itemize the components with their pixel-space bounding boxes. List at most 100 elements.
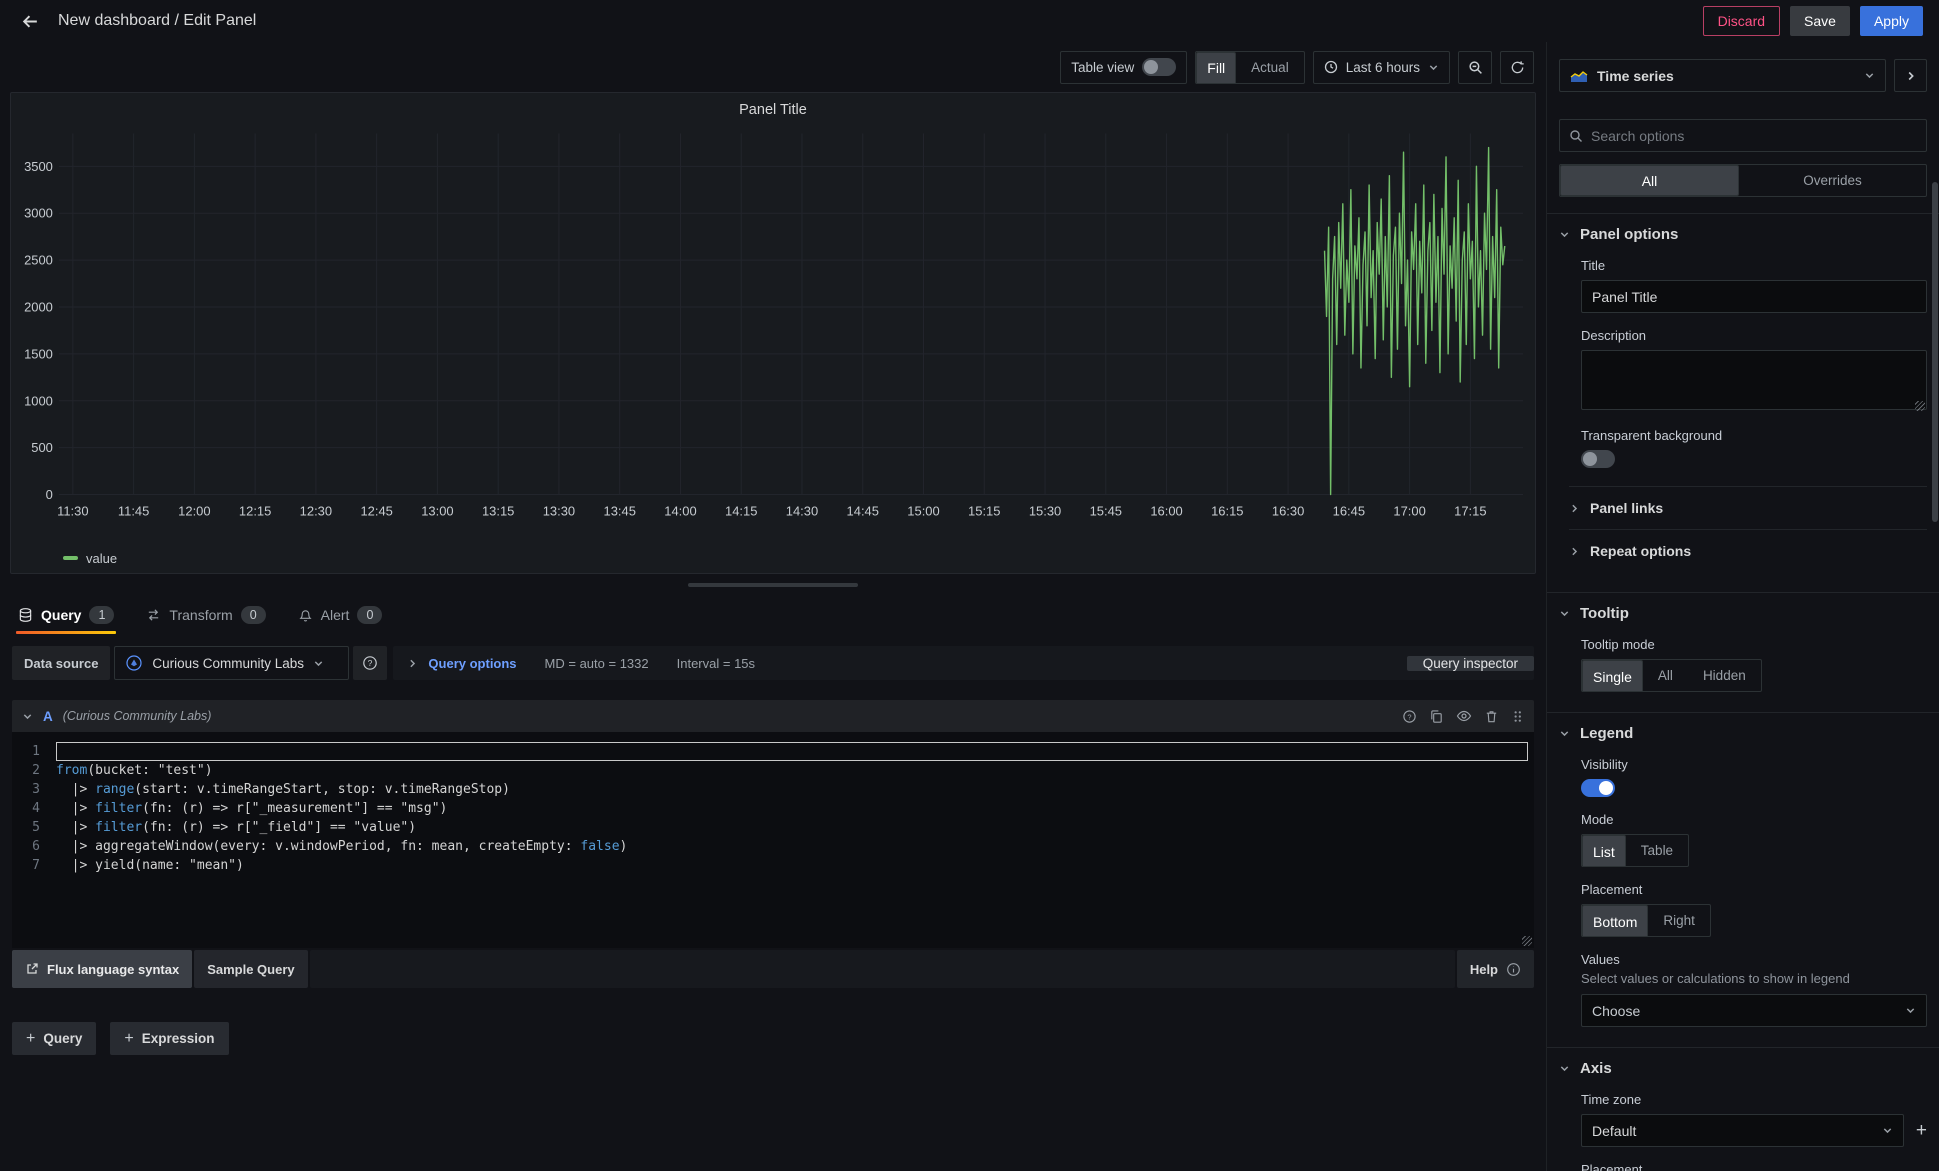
chevron-right-icon	[1569, 503, 1580, 514]
discard-button[interactable]: Discard	[1703, 6, 1780, 36]
tab-transform[interactable]: Transform0	[144, 596, 267, 634]
tooltip-mode-all[interactable]: All	[1643, 660, 1688, 691]
apply-button[interactable]: Apply	[1860, 6, 1923, 36]
help-button[interactable]: Help	[1457, 950, 1534, 988]
svg-text:14:00: 14:00	[664, 503, 696, 518]
collapse-pane-button[interactable]	[1894, 59, 1927, 92]
section-axis: Axis Time zone Default + Placement AutoL…	[1547, 1048, 1939, 1171]
chevron-down-icon	[1882, 1125, 1893, 1136]
sample-query-button[interactable]: Sample Query	[194, 950, 307, 988]
options-search[interactable]	[1559, 119, 1927, 152]
plus-icon: +	[26, 1030, 35, 1048]
tooltip-mode-hidden[interactable]: Hidden	[1688, 660, 1761, 691]
time-series-chart[interactable]: 050010001500200025003000350011:3011:4512…	[11, 125, 1535, 543]
datasource-name: Curious Community Labs	[152, 656, 304, 671]
tooltip-header[interactable]: Tooltip	[1559, 605, 1927, 622]
code-text	[56, 742, 1528, 761]
options-tab-overrides[interactable]: Overrides	[1739, 165, 1926, 196]
svg-text:?: ?	[1407, 712, 1411, 721]
transparent-bg-toggle[interactable]	[1581, 450, 1615, 468]
chevron-right-icon	[407, 658, 418, 669]
sidebar-scrollbar[interactable]	[1932, 182, 1938, 522]
chevron-down-icon	[1559, 728, 1570, 739]
description-textarea[interactable]	[1581, 350, 1927, 410]
code-line-2[interactable]: 2from(bucket: "test")	[12, 761, 1534, 780]
display-mode-fill[interactable]: Fill	[1196, 52, 1236, 84]
info-circle-icon	[1506, 962, 1521, 977]
code-line-5[interactable]: 5 |> filter(fn: (r) => r["_field"] == "v…	[12, 818, 1534, 837]
refresh-button[interactable]	[1500, 51, 1534, 84]
add-timezone-button[interactable]: +	[1916, 1121, 1927, 1140]
query-inspector-button[interactable]: Query inspector	[1407, 656, 1534, 671]
legend-placement-bottom[interactable]: Bottom	[1582, 905, 1648, 937]
tooltip-mode-single[interactable]: Single	[1582, 660, 1643, 692]
tab-query[interactable]: Query1	[16, 596, 116, 634]
flux-syntax-button[interactable]: Flux language syntax	[12, 950, 192, 988]
visualization-picker[interactable]: Time series	[1559, 59, 1886, 92]
code-text: |> filter(fn: (r) => r["_field"] == "val…	[56, 818, 1528, 837]
panel-title-input[interactable]	[1581, 280, 1927, 313]
section-title: Legend	[1580, 725, 1633, 742]
legend-values-select[interactable]: Choose	[1581, 994, 1927, 1027]
disable-query-button[interactable]	[1456, 708, 1472, 724]
legend-placement-right[interactable]: Right	[1648, 905, 1710, 936]
textarea-resize-corner[interactable]	[1915, 401, 1925, 411]
panel-title[interactable]: Panel Title	[11, 93, 1535, 125]
back-button[interactable]	[16, 7, 44, 35]
svg-text:0: 0	[46, 487, 53, 502]
query-editor-header[interactable]: A (Curious Community Labs) ?	[12, 700, 1534, 732]
zoom-out-icon	[1468, 60, 1483, 75]
legend-mode-table[interactable]: Table	[1626, 835, 1688, 866]
svg-text:12:45: 12:45	[360, 503, 392, 518]
legend-series-label[interactable]: value	[86, 551, 117, 566]
code-line-1[interactable]: 1	[12, 742, 1534, 761]
trash-icon	[1484, 709, 1499, 724]
legend-mode-list[interactable]: List	[1582, 835, 1626, 867]
chevron-down-icon	[22, 711, 33, 722]
legend-visibility-toggle[interactable]	[1581, 779, 1615, 797]
add-query-button[interactable]: +Query	[12, 1022, 96, 1055]
chevron-down-icon	[1905, 1005, 1916, 1016]
svg-text:13:30: 13:30	[543, 503, 575, 518]
query-help-button[interactable]: ?	[1402, 709, 1417, 724]
svg-text:14:15: 14:15	[725, 503, 757, 518]
code-line-3[interactable]: 3 |> range(start: v.timeRangeStart, stop…	[12, 780, 1534, 799]
datasource-picker[interactable]: Curious Community Labs	[114, 646, 349, 680]
flux-code-editor[interactable]: 12from(bucket: "test")3 |> range(start: …	[12, 732, 1534, 948]
svg-text:?: ?	[368, 658, 373, 668]
repeat-options-collapse[interactable]: Repeat options	[1569, 529, 1927, 572]
drag-query-handle[interactable]	[1511, 709, 1524, 724]
chart-svg: 050010001500200025003000350011:3011:4512…	[15, 125, 1531, 525]
tab-count-badge: 0	[357, 606, 382, 624]
zoom-out-button[interactable]	[1458, 51, 1492, 84]
code-line-6[interactable]: 6 |> aggregateWindow(every: v.windowPeri…	[12, 837, 1534, 856]
options-tab-all[interactable]: All	[1560, 165, 1739, 196]
table-view-toggle[interactable]	[1142, 58, 1176, 76]
code-line-4[interactable]: 4 |> filter(fn: (r) => r["_measurement"]…	[12, 799, 1534, 818]
code-line-7[interactable]: 7 |> yield(name: "mean")	[12, 856, 1534, 875]
datasource-help-button[interactable]: ?	[353, 646, 387, 680]
query-ref-id[interactable]: A	[43, 709, 53, 724]
time-range-picker[interactable]: Last 6 hours	[1313, 51, 1450, 84]
display-mode-actual[interactable]: Actual	[1236, 52, 1304, 83]
timezone-label: Time zone	[1581, 1092, 1927, 1107]
tab-alert[interactable]: Alert0	[296, 596, 385, 634]
transform-icon	[146, 607, 161, 623]
editor-resize-corner[interactable]	[1522, 936, 1532, 946]
svg-text:500: 500	[31, 440, 53, 455]
grip-icon	[1511, 709, 1524, 724]
delete-query-button[interactable]	[1484, 709, 1499, 724]
svg-text:13:15: 13:15	[482, 503, 514, 518]
options-search-input[interactable]	[1591, 128, 1917, 144]
save-button[interactable]: Save	[1790, 6, 1850, 36]
add-expression-button[interactable]: +Expression	[110, 1022, 228, 1055]
query-options-link[interactable]: Query options	[428, 656, 516, 671]
panel-links-collapse[interactable]: Panel links	[1569, 486, 1927, 529]
timezone-select[interactable]: Default	[1581, 1114, 1904, 1147]
panel-options-header[interactable]: Panel options	[1559, 226, 1927, 243]
axis-header[interactable]: Axis	[1559, 1060, 1927, 1077]
page-title: New dashboard / Edit Panel	[58, 12, 256, 30]
duplicate-query-button[interactable]	[1429, 709, 1444, 724]
legend-header[interactable]: Legend	[1559, 725, 1927, 742]
panel-resize-handle[interactable]	[688, 583, 858, 587]
